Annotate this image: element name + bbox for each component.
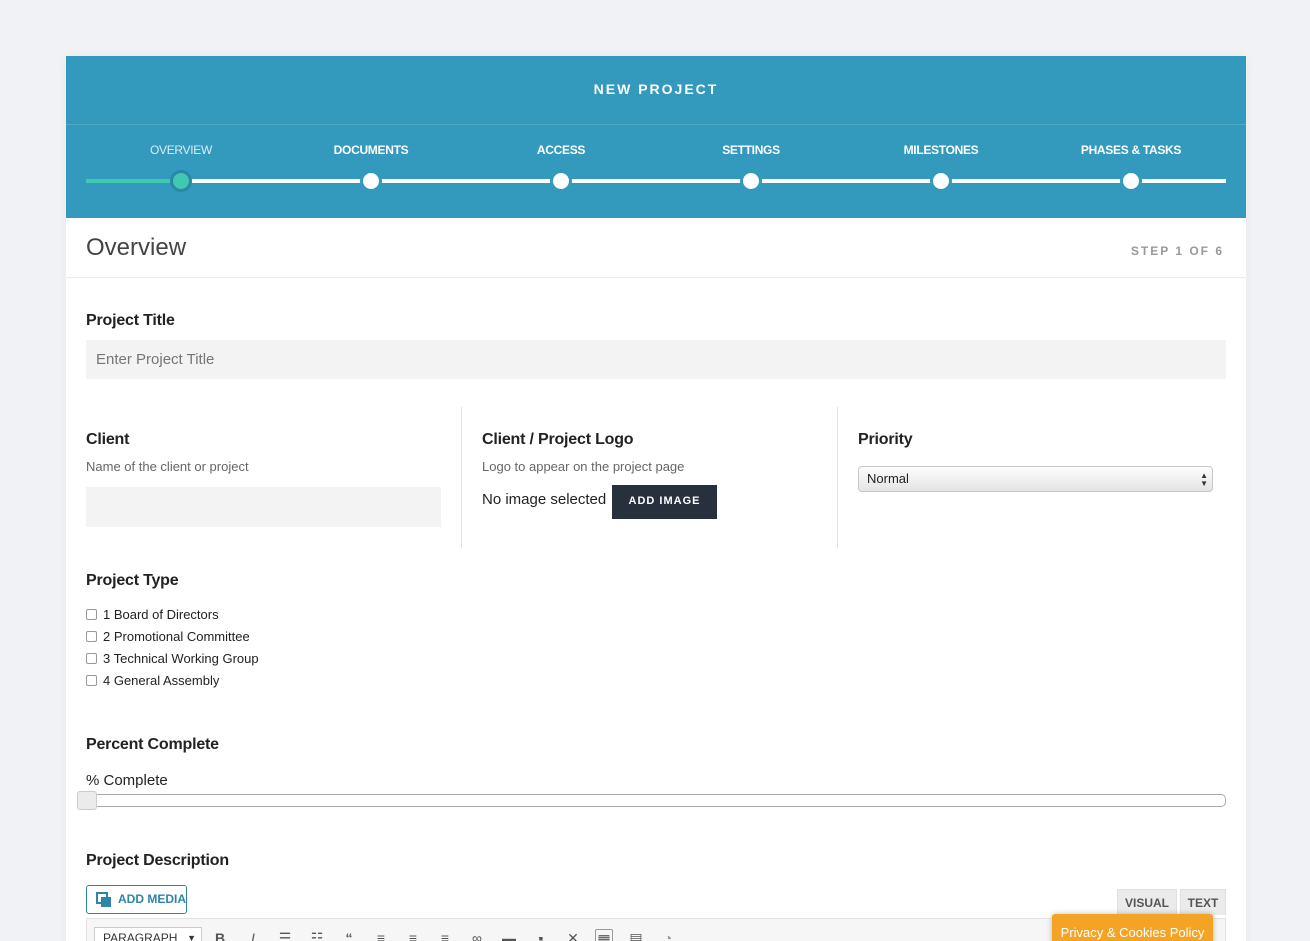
step-label: DOCUMENTS — [333, 143, 409, 157]
column-divider — [837, 407, 838, 548]
step-overview[interactable]: OVERVIEW — [86, 142, 276, 192]
priority-label: Priority — [858, 431, 913, 448]
add-media-label: ADD MEDIA — [118, 892, 186, 906]
blockquote-icon[interactable]: “ — [340, 929, 358, 941]
step-dot — [360, 170, 382, 192]
tab-text[interactable]: TEXT — [1180, 889, 1226, 915]
numbered-list-icon[interactable]: ☷ — [308, 929, 326, 941]
chevron-down-icon: ▼ — [187, 933, 196, 941]
step-milestones[interactable]: MILESTONES — [846, 142, 1036, 192]
table-icon[interactable]: ▤ — [627, 929, 645, 941]
section-header: Overview STEP 1 OF 6 — [66, 218, 1246, 278]
fullscreen-icon[interactable]: ✕ — [564, 929, 582, 941]
step-phases-tasks[interactable]: PHASES & TASKS — [1036, 142, 1226, 192]
add-media-button[interactable]: ADD MEDIA — [86, 885, 187, 914]
step-dot — [740, 170, 762, 192]
project-type-option[interactable]: 2 Promotional Committee — [86, 629, 250, 644]
tab-visual[interactable]: VISUAL — [1117, 889, 1177, 915]
step-label: OVERVIEW — [149, 143, 213, 157]
client-label: Client — [86, 431, 130, 448]
project-title-input[interactable] — [86, 340, 1226, 379]
step-dot — [550, 170, 572, 192]
bold-icon[interactable]: B — [211, 929, 229, 941]
bullet-list-icon[interactable]: ☰ — [276, 929, 294, 941]
option-label: 2 Promotional Committee — [103, 629, 250, 644]
step-label: SETTINGS — [722, 143, 780, 157]
select-arrows-icon: ▲ ▼ — [1200, 471, 1208, 488]
toolbar-toggle-icon[interactable]: ▪ — [532, 929, 550, 941]
percent-sublabel: % Complete — [86, 772, 168, 789]
wizard-header: NEW PROJECT OVERVIEW DOCUMENTS ACCESS SE… — [66, 56, 1246, 218]
option-label: 3 Technical Working Group — [103, 651, 259, 666]
header-divider — [66, 124, 1246, 125]
column-divider — [461, 407, 462, 548]
new-project-card: NEW PROJECT OVERVIEW DOCUMENTS ACCESS SE… — [66, 56, 1246, 941]
align-center-icon[interactable]: ≡ — [404, 929, 422, 941]
align-left-icon[interactable]: ≡ — [372, 929, 390, 941]
header-title: NEW PROJECT — [593, 81, 719, 97]
align-right-icon[interactable]: ≡ — [436, 929, 454, 941]
project-description-label: Project Description — [86, 852, 229, 869]
format-select-value: PARAGRAPH — [103, 931, 178, 941]
step-dot — [1120, 170, 1142, 192]
percent-slider-track[interactable] — [86, 794, 1226, 807]
step-access[interactable]: ACCESS — [466, 142, 656, 192]
checkbox[interactable] — [86, 653, 97, 664]
italic-icon[interactable]: I — [244, 929, 262, 941]
project-type-label: Project Type — [86, 572, 179, 589]
step-documents[interactable]: DOCUMENTS — [276, 142, 466, 192]
step-dot — [930, 170, 952, 192]
step-label: MILESTONES — [903, 143, 979, 157]
read-more-icon[interactable]: ▬ — [500, 929, 518, 941]
progress-track — [86, 179, 1226, 183]
step-label: PHASES & TASKS — [1080, 143, 1182, 157]
step-label: ACCESS — [536, 143, 586, 157]
option-label: 4 General Assembly — [103, 673, 220, 688]
link-icon[interactable]: ∞ — [468, 929, 486, 941]
add-image-button[interactable]: ADD IMAGE — [612, 485, 717, 519]
format-select[interactable]: PARAGRAPH ▼ — [94, 927, 202, 941]
wizard-steps: OVERVIEW DOCUMENTS ACCESS SETTINGS MILES… — [86, 142, 1226, 202]
project-title-label: Project Title — [86, 312, 175, 329]
loading-icon: ◔ — [663, 930, 673, 941]
client-hint: Name of the client or project — [86, 459, 249, 474]
logo-label: Client / Project Logo — [482, 431, 634, 448]
client-input[interactable] — [86, 487, 441, 527]
priority-select[interactable]: Normal ▲ ▼ — [858, 466, 1213, 492]
progress-fill — [86, 179, 181, 183]
priority-selected-value: Normal — [867, 471, 909, 486]
project-type-option[interactable]: 3 Technical Working Group — [86, 651, 259, 666]
logo-hint: Logo to appear on the project page — [482, 459, 685, 474]
project-type-option[interactable]: 4 General Assembly — [86, 673, 219, 688]
option-label: 1 Board of Directors — [103, 607, 219, 622]
keyboard-icon[interactable]: ▦ — [595, 929, 613, 941]
project-type-option[interactable]: 1 Board of Directors — [86, 607, 219, 622]
step-settings[interactable]: SETTINGS — [656, 142, 846, 192]
media-icon — [96, 892, 111, 907]
step-indicator: STEP 1 OF 6 — [1130, 244, 1224, 258]
checkbox[interactable] — [86, 609, 97, 620]
logo-status: No image selected — [482, 491, 607, 508]
section-title: Overview — [86, 234, 187, 261]
checkbox[interactable] — [86, 631, 97, 642]
step-dot — [170, 170, 192, 192]
checkbox[interactable] — [86, 675, 97, 686]
privacy-cookies-button[interactable]: Privacy & Cookies Policy — [1052, 914, 1213, 941]
percent-slider-handle[interactable] — [77, 791, 97, 810]
percent-complete-label: Percent Complete — [86, 736, 219, 753]
